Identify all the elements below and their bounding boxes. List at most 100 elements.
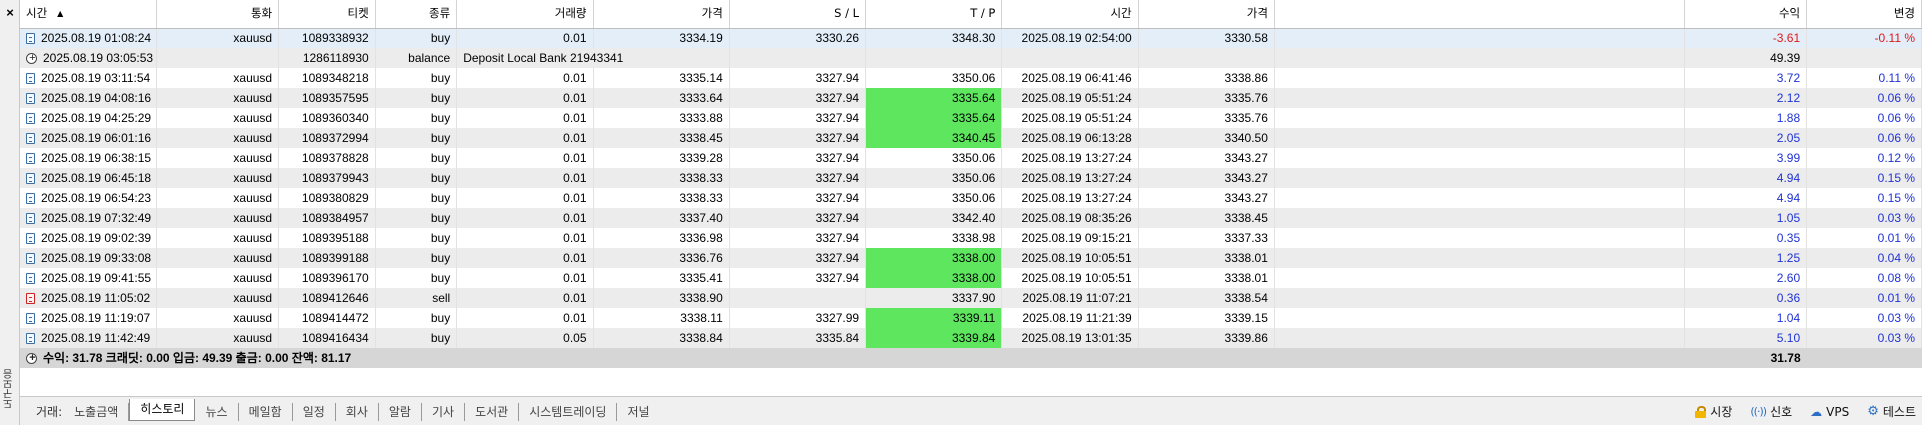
- tab-library[interactable]: 도서관: [465, 402, 520, 421]
- tab-company[interactable]: 회사: [336, 402, 379, 421]
- expand-icon[interactable]: [26, 350, 38, 364]
- cell-open-time: 2025.08.19 09:33:08: [20, 248, 157, 268]
- cell-sl: 3327.94: [729, 68, 867, 88]
- col-header-volume[interactable]: 거래량: [456, 0, 594, 29]
- tab-history[interactable]: 히스토리: [129, 398, 196, 421]
- close-icon[interactable]: ×: [0, 5, 20, 21]
- cell-tp: 3338.98: [865, 228, 1003, 248]
- cell-symbol: xauusd: [156, 68, 280, 88]
- cell-profit: 49.39: [1684, 48, 1808, 68]
- table-row[interactable]: 2025.08.19 04:25:29 xauusd 1089360340 buy 0.…: [20, 108, 1922, 128]
- cell-profit: 1.88: [1684, 108, 1808, 128]
- cell-profit: 1.04: [1684, 308, 1808, 328]
- cell-close-time: 2025.08.19 06:41:46: [1001, 68, 1139, 88]
- cell-symbol: xauusd: [156, 288, 280, 308]
- cell-close-price: 3338.45: [1138, 208, 1275, 228]
- cell-price: 3333.88: [593, 108, 730, 128]
- cell-symbol: xauusd: [156, 168, 280, 188]
- table-row[interactable]: 2025.08.19 09:02:39 xauusd 1089395188 buy 0.…: [20, 228, 1922, 248]
- table-row[interactable]: 2025.08.19 11:42:49 xauusd 1089416434 buy 0.…: [20, 328, 1922, 348]
- cell-sl: 3327.94: [729, 148, 867, 168]
- tab-mailbox[interactable]: 메일함: [239, 402, 293, 421]
- cell-change: 0.11 %: [1806, 68, 1922, 88]
- table-header: 시간 ▲ 통화 티켓 종류 거래량 가격 S / L T / P 시간 가격 수익…: [20, 0, 1922, 29]
- toolbox-side-label[interactable]: 도구모음: [2, 359, 18, 419]
- cell-type: buy: [375, 268, 458, 288]
- table-body: 2025.08.19 01:08:24 xauusd 1089338932 buy 0.…: [20, 28, 1922, 348]
- col-header-symbol[interactable]: 통화: [156, 0, 280, 29]
- signals-button[interactable]: ((·)) 신호: [1750, 403, 1792, 420]
- gear-icon: ⚙: [1867, 404, 1879, 419]
- cell-close-time: 2025.08.19 08:35:26: [1001, 208, 1139, 228]
- col-header-open-time[interactable]: 시간 ▲: [20, 0, 157, 29]
- col-header-profit[interactable]: 수익: [1684, 0, 1808, 29]
- cell-close-price: 3340.50: [1138, 128, 1275, 148]
- cell-tp: 3335.64: [865, 108, 1003, 128]
- cell-close-price: 3343.27: [1138, 148, 1275, 168]
- col-header-ticket[interactable]: 티켓: [278, 0, 376, 29]
- cell-close-time: 2025.08.19 13:27:24: [1001, 168, 1139, 188]
- cell-type: buy: [375, 148, 458, 168]
- tab-trade[interactable]: 거래:: [26, 403, 64, 421]
- tab-calendar[interactable]: 일정: [293, 402, 336, 421]
- table-row[interactable]: 2025.08.19 06:54:23 xauusd 1089380829 buy 0.…: [20, 188, 1922, 208]
- table-row[interactable]: 2025.08.19 11:05:02 xauusd 1089412646 sell 0…: [20, 288, 1922, 308]
- cell-change: 0.01 %: [1806, 228, 1922, 248]
- market-button[interactable]: 시장: [1695, 403, 1732, 420]
- table-row[interactable]: 2025.08.19 06:45:18 xauusd 1089379943 buy 0.…: [20, 168, 1922, 188]
- cell-price: 3334.19: [593, 28, 730, 48]
- cell-close-price: 3339.15: [1138, 308, 1275, 328]
- col-header-type[interactable]: 종류: [375, 0, 458, 29]
- table-row[interactable]: 2025.08.19 04:08:16 xauusd 1089357595 buy 0.…: [20, 88, 1922, 108]
- tab-system-trading[interactable]: 시스템트레이딩: [519, 402, 618, 421]
- cell-type: buy: [375, 328, 458, 348]
- col-header-price[interactable]: 가격: [593, 0, 730, 29]
- cell-change: 0.06 %: [1806, 88, 1922, 108]
- cell-tp: 3338.00: [865, 248, 1003, 268]
- cell-close-price: 3335.76: [1138, 108, 1275, 128]
- cell-symbol: xauusd: [156, 328, 280, 348]
- tab-journal[interactable]: 저널: [617, 403, 659, 421]
- cell-open-time: 2025.08.19 03:11:54: [20, 68, 157, 88]
- cell-comment-extra: [1274, 148, 1685, 168]
- cell-close-time: 2025.08.19 10:05:51: [1001, 248, 1139, 268]
- cell-symbol: xauusd: [156, 148, 280, 168]
- cell-close-time: 2025.08.19 11:07:21: [1001, 288, 1139, 308]
- cell-change: 0.04 %: [1806, 248, 1922, 268]
- cell-close-time: 2025.08.19 02:54:00: [1001, 28, 1139, 48]
- cell-type: buy: [375, 248, 458, 268]
- table-row[interactable]: 2025.08.19 03:05:53 1286118930balanceDepo…: [20, 48, 1922, 68]
- col-header-close-price[interactable]: 가격: [1138, 0, 1275, 29]
- table-row[interactable]: 2025.08.19 01:08:24 xauusd 1089338932 buy 0.…: [20, 28, 1922, 48]
- vps-button[interactable]: ☁ VPS: [1810, 405, 1849, 419]
- tab-exposure[interactable]: 노출금액: [64, 402, 130, 421]
- table-row[interactable]: 2025.08.19 11:19:07 xauusd 1089414472 buy 0.…: [20, 308, 1922, 328]
- tester-button[interactable]: ⚙ 테스트: [1867, 403, 1916, 420]
- cell-sl: 3327.94: [729, 188, 867, 208]
- cell-sl: [729, 288, 867, 308]
- summary-row: 수익: 31.78 크래딧: 0.00 입금: 49.39 출금: 0.00 잔…: [20, 348, 1922, 368]
- tab-news[interactable]: 뉴스: [195, 402, 239, 421]
- col-header-tp[interactable]: T / P: [865, 0, 1003, 29]
- cell-close-price: 3338.86: [1138, 68, 1275, 88]
- table-row[interactable]: 2025.08.19 09:41:55 xauusd 1089396170 buy 0.…: [20, 268, 1922, 288]
- table-row[interactable]: 2025.08.19 06:01:16 xauusd 1089372994 buy 0.…: [20, 128, 1922, 148]
- cell-ticket: 1089348218: [278, 68, 376, 88]
- tab-articles[interactable]: 기사: [422, 402, 466, 421]
- col-header-sl[interactable]: S / L: [729, 0, 867, 29]
- col-header-comment[interactable]: [1274, 0, 1685, 29]
- buy-order-icon: [26, 72, 35, 84]
- history-table: 시간 ▲ 통화 티켓 종류 거래량 가격 S / L T / P 시간 가격 수익…: [20, 0, 1922, 368]
- table-row[interactable]: 2025.08.19 09:33:08 xauusd 1089399188 buy 0.…: [20, 248, 1922, 268]
- tab-alerts[interactable]: 알람: [379, 402, 422, 421]
- table-row[interactable]: 2025.08.19 07:32:49 xauusd 1089384957 buy 0.…: [20, 208, 1922, 228]
- cell-price: 3333.64: [593, 88, 730, 108]
- buy-order-icon: [26, 112, 35, 124]
- cell-ticket: 1089380829: [278, 188, 376, 208]
- cell-volume: 0.05: [456, 328, 594, 348]
- col-header-change[interactable]: 변경: [1806, 0, 1922, 29]
- table-row[interactable]: 2025.08.19 06:38:15 xauusd 1089378828 buy 0.…: [20, 148, 1922, 168]
- table-row[interactable]: 2025.08.19 03:11:54 xauusd 1089348218 buy 0.…: [20, 68, 1922, 88]
- cell-close-price: 3338.54: [1138, 288, 1275, 308]
- col-header-close-time[interactable]: 시간: [1001, 0, 1139, 29]
